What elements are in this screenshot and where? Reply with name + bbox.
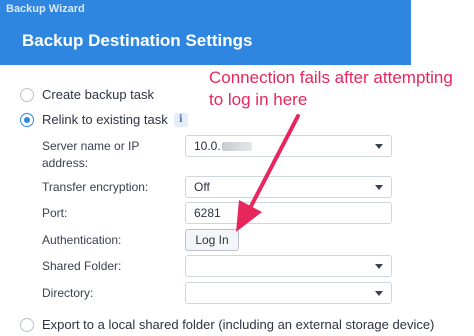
port-value: 6281	[194, 206, 221, 220]
create-backup-option[interactable]: Create backup task	[20, 87, 154, 102]
server-value: 10.0.	[194, 139, 221, 153]
wizard-title: Backup Wizard	[6, 3, 85, 15]
port-label: Port:	[42, 206, 68, 220]
chevron-down-icon[interactable]	[375, 290, 383, 296]
shared-folder-label: Shared Folder:	[42, 259, 122, 273]
port-input[interactable]: 6281	[185, 202, 392, 224]
server-label: Server name or IP address:	[42, 139, 140, 170]
relink-radio[interactable]	[20, 112, 34, 127]
create-backup-radio[interactable]	[20, 87, 34, 102]
annotation-line-1: Connection fails after attempting	[209, 68, 453, 87]
page-title: Backup Destination Settings	[22, 31, 253, 50]
encryption-value: Off	[194, 180, 210, 194]
chevron-down-icon[interactable]	[375, 263, 383, 269]
auth-label: Authentication:	[42, 233, 122, 247]
export-radio[interactable]	[20, 317, 34, 332]
shared-folder-select[interactable]	[185, 255, 392, 277]
directory-label: Directory:	[42, 286, 94, 300]
directory-select[interactable]	[185, 282, 392, 304]
export-label: Export to a local shared folder (includi…	[42, 317, 435, 332]
annotation-line-2: to log in here	[209, 90, 308, 109]
chevron-down-icon[interactable]	[375, 184, 383, 190]
info-icon[interactable]: i	[173, 112, 188, 127]
create-backup-label: Create backup task	[42, 87, 155, 102]
relink-label: Relink to existing task	[42, 112, 168, 127]
relink-option[interactable]: Relink to existing task i	[20, 112, 188, 127]
wizard-header: Backup Wizard Backup Destination Setting…	[0, 0, 411, 65]
export-option[interactable]: Export to a local shared folder (includi…	[20, 317, 434, 332]
annotation-text: Connection fails after attempting to log…	[209, 67, 453, 111]
encryption-label: Transfer encryption:	[42, 180, 149, 194]
chevron-down-icon[interactable]	[375, 143, 383, 149]
server-select[interactable]: 10.0.	[185, 135, 392, 157]
redacted-address	[221, 142, 252, 152]
encryption-select[interactable]: Off	[185, 176, 392, 198]
login-button[interactable]: Log In	[185, 229, 239, 251]
